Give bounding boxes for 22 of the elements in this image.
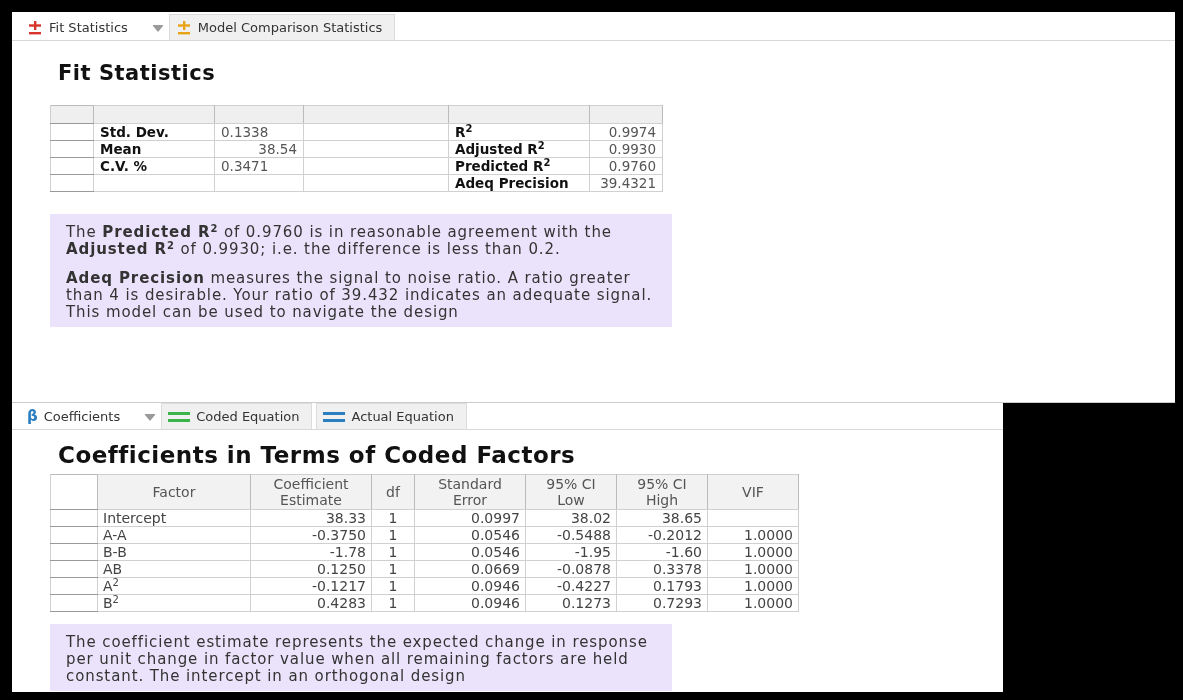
note-text: The coefficient estimate represents the expected change in response per unit change in factor value when all remaining factors are held constant. The intercept in an orthogonal design [66,634,649,685]
section-title: Fit Statistics [57,60,217,87]
note-text: Adeq Precision measures the signal to noise ratio. A ratio greater than 4 is desirable. Your ratio of 39.432 indicates an adequate signal. This model can be used to navigate the design [66,270,654,321]
section-title: Coefficients in Terms of Coded Factors [57,441,577,470]
statistic-label: Std. Dev. [93,123,215,141]
statistic-label: R$^{2}$ [448,123,590,141]
statistic-value: 0.9760 [589,157,663,175]
statistic-label: Adeq Precision [448,174,590,192]
beta-icon: β [27,409,38,424]
statistic-value: 38.54 [214,140,304,158]
statistic-value: 39.4321 [589,174,663,192]
statistic-value: 0.1338 [214,123,304,141]
statistic-label: Mean [93,140,215,158]
statistic-value: 0.3471 [214,157,304,175]
dropdown-caret-icon[interactable] [152,24,163,33]
statistic-label: C.V. % [93,157,215,175]
tab[interactable]: Model Comparison Statistics [168,14,396,40]
statistic-value: 0.9930 [589,140,663,158]
statistic-label: Adjusted R$^{2}$ [448,140,590,158]
statistic-value: 0.9974 [589,123,663,141]
statistic-label: Predicted R$^{2}$ [448,157,590,175]
note-text: The Predicted R$^{2}$ of 0.9760 is in reasonable agreement with the Adjusted R$^{2}$ of 0.9930; i.e. the difference is less than 0.2. [66,224,613,258]
